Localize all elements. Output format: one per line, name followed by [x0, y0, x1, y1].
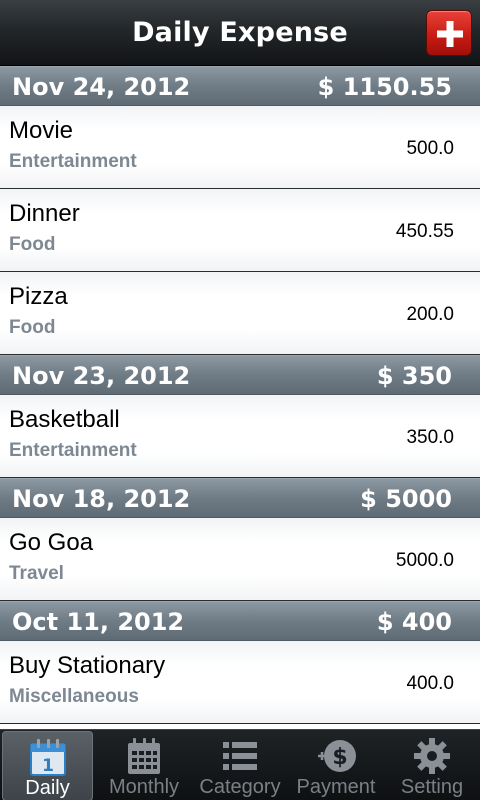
expense-amount: 400.0 [406, 673, 454, 694]
expense-amount: 5000.0 [395, 550, 454, 571]
date-section-header: Nov 23, 2012 $ 350 [0, 355, 480, 395]
calendar-month-icon [96, 736, 192, 776]
section-date: Nov 18, 2012 [12, 485, 191, 513]
tab-label: Setting [400, 776, 464, 798]
expense-category: Food [9, 317, 56, 338]
expense-category: Travel [9, 563, 64, 584]
section-date: Nov 24, 2012 [12, 73, 191, 101]
expense-amount: 200.0 [406, 304, 454, 325]
app-header: Daily Expense [0, 0, 480, 66]
tab-label: Category [199, 776, 281, 798]
expense-row[interactable]: Pizza Food 200.0 [0, 272, 480, 355]
expense-name: Pizza [9, 283, 68, 310]
expense-name: Basketball [9, 406, 120, 433]
expense-amount: 450.55 [395, 221, 454, 242]
calendar-day-number: 1 [42, 756, 54, 776]
expense-row[interactable]: Basketball Entertainment 350.0 [0, 395, 480, 478]
dollar-coin-icon: $ [288, 736, 384, 776]
expense-amount: 500.0 [406, 138, 454, 159]
expense-category: Entertainment [9, 151, 137, 172]
expense-category: Miscellaneous [9, 686, 139, 707]
expense-row[interactable]: Buy Stationary Miscellaneous 400.0 [0, 641, 480, 724]
expense-name: Go Goa [9, 529, 94, 556]
date-section-header: Nov 18, 2012 $ 5000 [0, 478, 480, 518]
date-section-header: Oct 11, 2012 $ 400 [0, 601, 480, 641]
expense-row[interactable]: Movie Entertainment 500.0 [0, 106, 480, 189]
bottom-tab-bar: 1 Daily Monthly Category $ Payment Setti… [0, 729, 480, 800]
expense-category: Food [9, 234, 56, 255]
expense-name: Movie [9, 117, 74, 144]
date-section-header: Nov 24, 2012 $ 1150.55 [0, 66, 480, 106]
expense-list[interactable]: Nov 24, 2012 $ 1150.55 Movie Entertainme… [0, 66, 480, 729]
tab-category[interactable]: Category [192, 730, 288, 800]
section-total: $ 5000 [360, 485, 452, 513]
section-date: Nov 23, 2012 [12, 362, 191, 390]
add-expense-button[interactable] [426, 10, 472, 56]
section-total: $ 400 [376, 608, 452, 636]
tab-payment[interactable]: $ Payment [288, 730, 384, 800]
tab-monthly[interactable]: Monthly [96, 730, 192, 800]
section-total: $ 1150.55 [317, 73, 452, 101]
section-date: Oct 11, 2012 [12, 608, 185, 636]
expense-row[interactable]: Dinner Food 450.55 [0, 189, 480, 272]
expense-amount: 350.0 [406, 427, 454, 448]
tab-label: Payment [296, 776, 376, 798]
tab-label: Monthly [108, 776, 180, 798]
expense-name: Buy Stationary [9, 652, 166, 679]
tab-daily[interactable]: 1 Daily [2, 731, 93, 800]
expense-name: Dinner [9, 200, 80, 227]
tab-setting[interactable]: Setting [384, 730, 480, 800]
svg-text:$: $ [332, 745, 347, 770]
tab-label: Daily [25, 777, 70, 799]
calendar-day-icon: 1 [2, 737, 93, 777]
gear-icon [384, 736, 480, 776]
section-total: $ 350 [376, 362, 452, 390]
expense-row[interactable]: Go Goa Travel 5000.0 [0, 518, 480, 601]
plus-icon [437, 21, 463, 47]
page-title: Daily Expense [132, 17, 348, 48]
list-icon [192, 736, 288, 776]
expense-category: Entertainment [9, 440, 137, 461]
